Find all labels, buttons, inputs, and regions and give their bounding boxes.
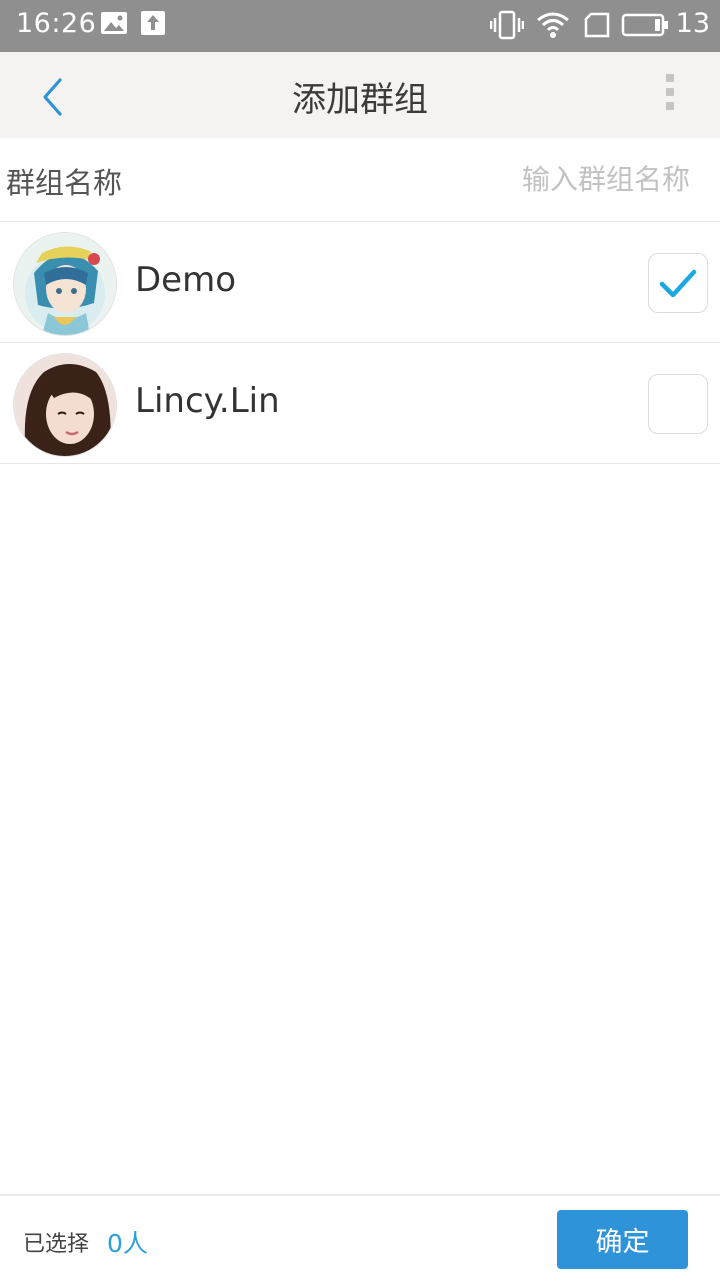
more-vertical-icon <box>660 74 680 110</box>
contact-checkbox[interactable] <box>648 253 708 313</box>
confirm-button[interactable]: 确定 <box>557 1210 688 1269</box>
more-button[interactable] <box>660 74 680 118</box>
image-icon <box>100 10 128 40</box>
contact-checkbox[interactable] <box>648 374 708 434</box>
group-name-row: 群组名称 <box>0 138 720 222</box>
selected-label: 已选择 <box>23 1232 90 1257</box>
bottom-bar: 已选择 0人 确定 <box>0 1194 720 1282</box>
contact-name: Lincy.Lin <box>135 381 280 421</box>
status-bar: 16:26 13 <box>0 0 720 52</box>
wifi-icon <box>536 10 570 44</box>
avatar <box>13 232 117 336</box>
app-bar: 添加群组 <box>0 52 720 138</box>
vibrate-icon <box>489 10 525 44</box>
contact-row-lincy[interactable]: Lincy.Lin <box>0 343 720 464</box>
avatar <box>13 353 117 457</box>
page-title: 添加群组 <box>292 80 428 120</box>
contact-row-demo[interactable]: Demo <box>0 222 720 343</box>
group-name-label: 群组名称 <box>6 166 123 200</box>
battery-icon <box>621 10 669 44</box>
group-name-input[interactable] <box>328 156 692 202</box>
selected-count: 0人 <box>107 1229 148 1258</box>
contact-name: Demo <box>135 260 237 300</box>
upload-icon <box>140 10 166 40</box>
battery-level: 13 <box>675 8 710 39</box>
checkmark-icon <box>659 269 697 298</box>
sim-icon <box>583 10 611 44</box>
status-time: 16:26 <box>16 8 97 39</box>
